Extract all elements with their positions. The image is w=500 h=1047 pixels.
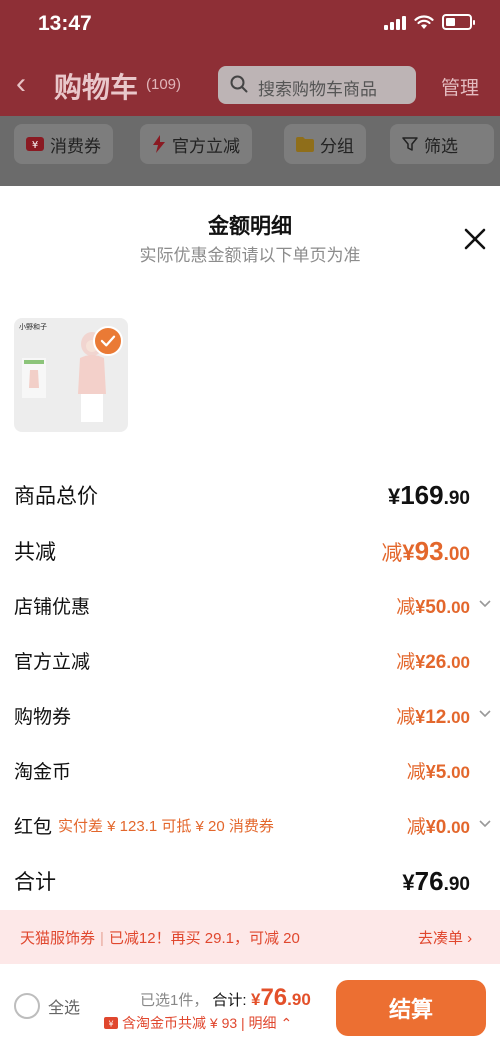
svg-text:¥: ¥ bbox=[108, 1020, 113, 1029]
subsidy-detail[interactable]: ¥ 含淘金币共减 ¥ 93 | 明细 ⌃ bbox=[104, 1013, 292, 1033]
search-input[interactable]: 搜索购物车商品 bbox=[218, 66, 416, 104]
row-store-discount[interactable]: 店铺优惠 减¥50.00 bbox=[14, 592, 492, 624]
status-time: 13:47 bbox=[38, 12, 92, 35]
promo-banner[interactable]: 天猫服饰券 | 已减12！再买 29.1，可减 20 去凑单 › bbox=[0, 910, 500, 964]
checkout-button[interactable]: 结算 bbox=[336, 980, 486, 1036]
promo-desc: 已减12！再买 29.1，可减 20 bbox=[108, 930, 300, 947]
product-brand: 小野和子 bbox=[19, 324, 47, 331]
row-label: 商品总价 bbox=[14, 485, 98, 508]
page-title: 购物车 bbox=[54, 72, 139, 103]
row-note: 实付差 ¥ 123.1 可抵 ¥ 20 消费券 bbox=[58, 818, 274, 835]
row-label: 红包 bbox=[14, 817, 53, 838]
selected-summary: 已选1件， 合计: ¥76.90 bbox=[140, 984, 311, 1012]
lightning-icon bbox=[153, 135, 165, 153]
row-total-discount: 共减 减¥93.00 bbox=[14, 536, 492, 568]
row-label: 店铺优惠 bbox=[14, 597, 91, 618]
folder-icon bbox=[296, 136, 314, 152]
row-official-discount: 官方立减 减¥26.00 bbox=[14, 647, 492, 679]
selected-count: 已选1件， bbox=[140, 992, 209, 1009]
row-value: 减¥5.00 bbox=[406, 762, 470, 783]
chevron-down-icon[interactable] bbox=[478, 707, 492, 721]
subsidy-text: 含淘金币共减 ¥ 93 | 明细 ⌃ bbox=[122, 1015, 293, 1031]
cart-count: (109) bbox=[146, 76, 182, 93]
filter-chip-official-discount[interactable]: 官方立减 bbox=[140, 124, 252, 164]
search-placeholder: 搜索购物车商品 bbox=[258, 80, 377, 99]
row-value: 减¥12.00 bbox=[396, 707, 470, 728]
row-label: 共减 bbox=[14, 541, 56, 564]
wifi-icon bbox=[414, 14, 434, 29]
row-label: 购物券 bbox=[14, 707, 72, 728]
row-value: 减¥26.00 bbox=[396, 652, 470, 673]
promo-text: 天猫服饰券 | 已减12！再买 29.1，可减 20 bbox=[20, 930, 300, 947]
nav-bar: ‹ 购物车 (109) 搜索购物车商品 管理 bbox=[0, 60, 500, 110]
row-label: 淘金币 bbox=[14, 762, 72, 783]
total-value: ¥76.90 bbox=[250, 984, 311, 1011]
total-label: 合计: bbox=[212, 992, 247, 1009]
checkout-bar: 全选 已选1件， 合计: ¥76.90 ¥ 含淘金币共减 ¥ 93 | 明细 ⌃ … bbox=[0, 964, 500, 1047]
filter-chip-label: 分组 bbox=[320, 136, 354, 156]
checkmark-icon[interactable] bbox=[93, 326, 123, 356]
filter-icon bbox=[402, 137, 418, 151]
row-label: 官方立减 bbox=[14, 652, 91, 673]
row-label: 合计 bbox=[14, 871, 56, 894]
row-grand-total: 合计 ¥76.90 bbox=[14, 866, 492, 898]
filter-chip-label: 官方立减 bbox=[172, 136, 240, 156]
filter-chip-group[interactable]: 分组 bbox=[284, 124, 366, 164]
row-shopping-coupon[interactable]: 购物券 减¥12.00 bbox=[14, 702, 492, 734]
coupon-icon: ¥ bbox=[104, 1017, 118, 1029]
product-mini-image bbox=[22, 358, 46, 398]
row-value: ¥76.90 bbox=[402, 866, 470, 896]
chevron-down-icon[interactable] bbox=[478, 817, 492, 831]
signal-icon bbox=[384, 14, 406, 30]
close-icon[interactable] bbox=[462, 226, 488, 252]
row-value: ¥169.90 bbox=[387, 480, 470, 510]
filter-chip-filter[interactable]: 筛选 bbox=[390, 124, 494, 164]
filter-chip-label: 筛选 bbox=[424, 136, 458, 156]
radio-icon[interactable] bbox=[14, 993, 40, 1019]
filter-chip-coupon[interactable]: ¥ 消费券 bbox=[14, 124, 113, 164]
add-items-link[interactable]: 去凑单 › bbox=[418, 927, 472, 948]
row-value: 减¥93.00 bbox=[381, 536, 470, 566]
row-item-total: 商品总价 ¥169.90 bbox=[14, 480, 492, 512]
row-red-packet[interactable]: 红包 实付差 ¥ 123.1 可抵 ¥ 20 消费券 减¥0.00 bbox=[14, 812, 492, 844]
battery-icon bbox=[442, 14, 475, 30]
select-all-checkbox[interactable]: 全选 bbox=[14, 993, 80, 1019]
filter-chip-label: 消费券 bbox=[50, 136, 101, 156]
select-all-label: 全选 bbox=[48, 1000, 81, 1017]
manage-button[interactable]: 管理 bbox=[441, 73, 479, 100]
search-icon bbox=[230, 75, 248, 93]
ticket-icon: ¥ bbox=[26, 137, 44, 151]
sheet-subtitle: 实际优惠金额请以下单页为准 bbox=[139, 246, 361, 265]
status-bar: 13:47 bbox=[0, 0, 500, 52]
row-value: 减¥0.00 bbox=[406, 817, 470, 838]
promo-name: 天猫服饰券 bbox=[20, 930, 96, 947]
chevron-down-icon[interactable] bbox=[478, 597, 492, 611]
back-icon[interactable]: ‹ bbox=[16, 68, 38, 100]
row-value: 减¥50.00 bbox=[396, 597, 470, 618]
amount-detail-sheet: 金额明细 实际优惠金额请以下单页为准 小野和子 商品总价 ¥169.90 共减 … bbox=[0, 186, 500, 910]
filter-bar: ¥ 消费券 官方立减 分组 筛选 bbox=[0, 116, 500, 186]
sheet-title: 金额明细 bbox=[208, 215, 292, 238]
row-taojinbi: 淘金币 减¥5.00 bbox=[14, 757, 492, 789]
status-icons bbox=[384, 14, 475, 30]
svg-text:¥: ¥ bbox=[32, 140, 38, 151]
